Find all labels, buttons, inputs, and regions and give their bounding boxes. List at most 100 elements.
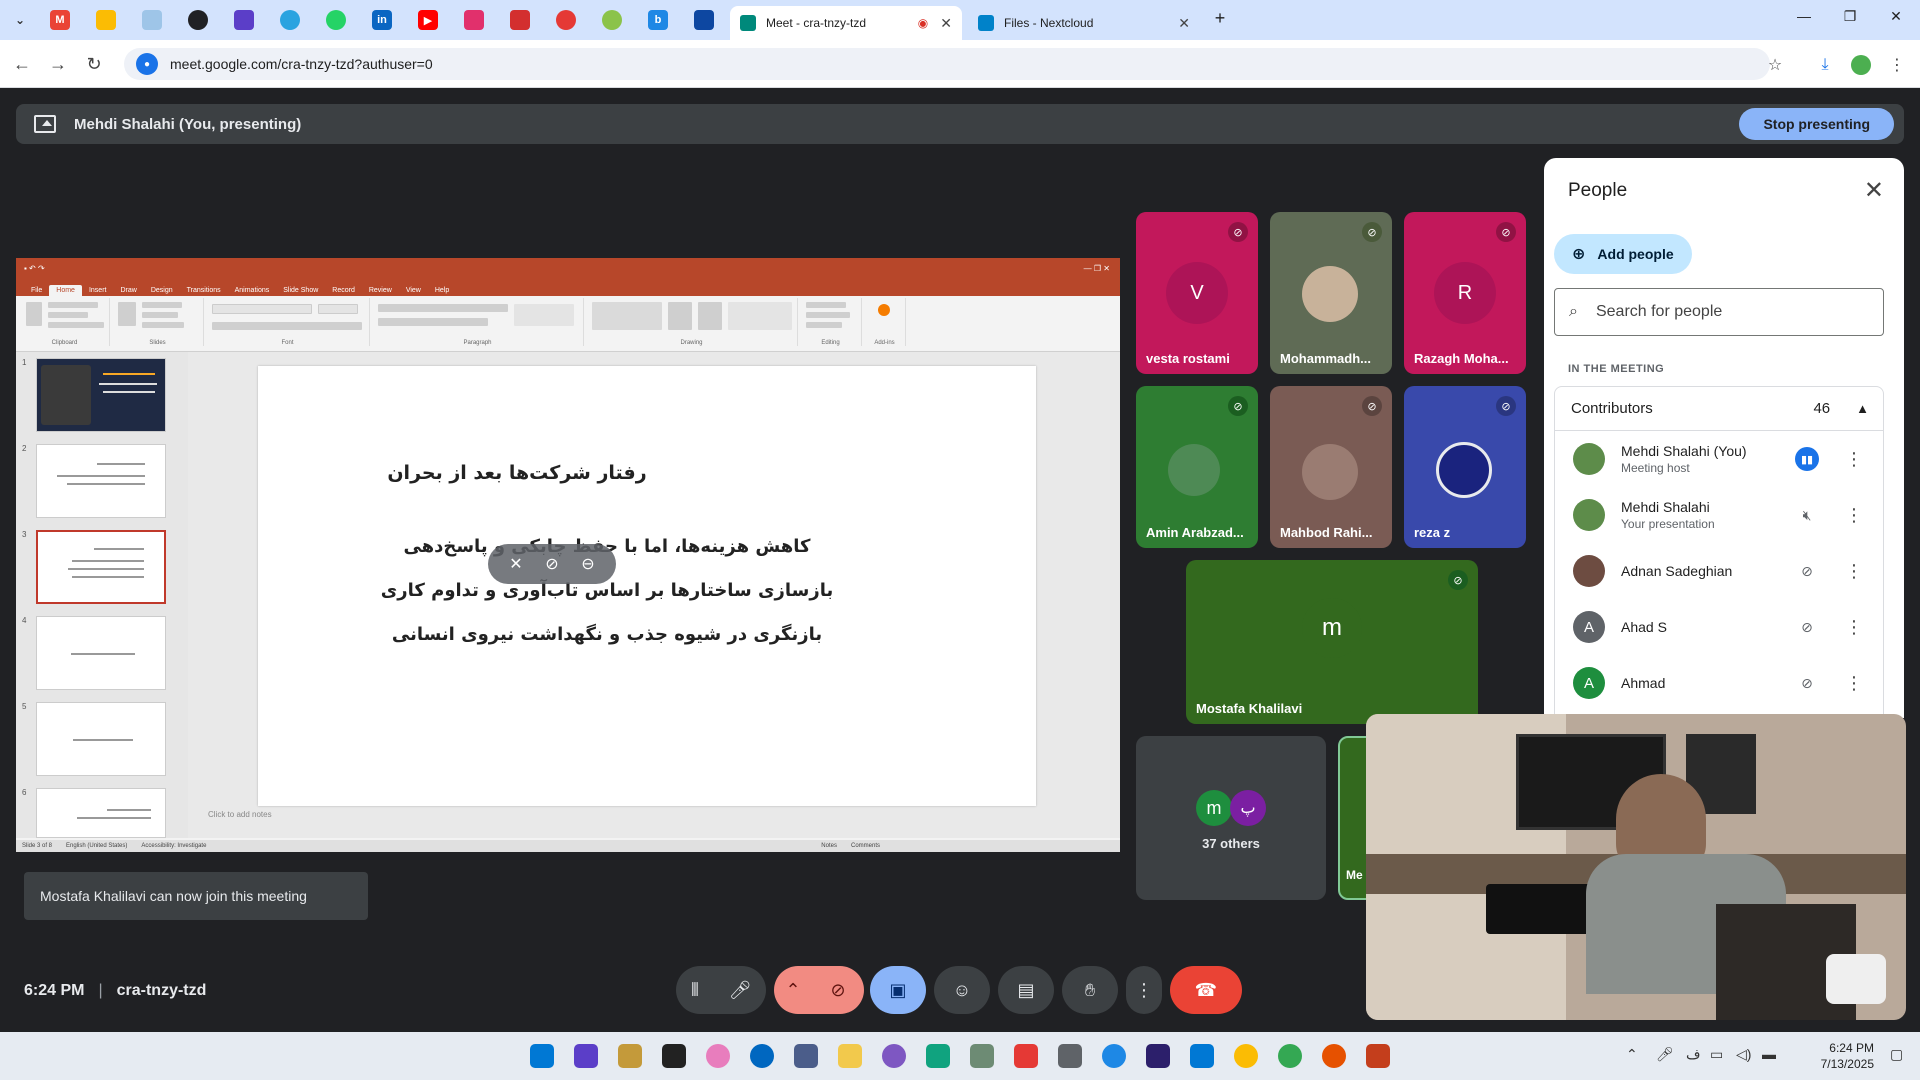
app-icon[interactable] [142,10,162,30]
restore-icon[interactable]: ❐ [1830,8,1870,25]
system-clock[interactable]: 6:24 PM 7/13/2025 [1821,1040,1874,1072]
back-icon[interactable]: ← [10,52,34,76]
slide-thumbnail[interactable] [36,788,166,838]
start-icon[interactable] [530,1044,554,1068]
notes-placeholder[interactable]: Click to add notes [208,810,272,819]
app-icon[interactable] [882,1044,906,1068]
app-icon[interactable] [510,10,530,30]
slide-thumbnail[interactable] [36,358,166,432]
slide-thumbnail[interactable] [36,702,166,776]
microphone-button[interactable]: 🎤︎ [714,966,766,1014]
whatsapp-icon[interactable] [326,10,346,30]
file-explorer-icon[interactable] [838,1044,862,1068]
more-options-icon[interactable]: ⋮ [1845,561,1863,582]
present-now-button[interactable]: ▣ [870,966,926,1014]
camera-icon[interactable] [1058,1044,1082,1068]
menu-icon[interactable]: ⋮ [1884,52,1910,78]
app-icon[interactable] [1190,1044,1214,1068]
tray-network-icon[interactable]: ▭ [1710,1046,1723,1063]
app-icon[interactable] [662,1044,686,1068]
powerpoint-icon[interactable] [1366,1044,1390,1068]
app-icon[interactable] [464,10,484,30]
chrome-icon[interactable] [1234,1044,1258,1068]
app-icon[interactable] [694,10,714,30]
more-options-icon[interactable]: ⋮ [1845,673,1863,694]
mic-off-icon[interactable]: ⊘ [1795,559,1819,583]
chatgpt-icon[interactable] [926,1044,950,1068]
reload-icon[interactable]: ↻ [82,52,106,76]
tray-battery-icon[interactable]: ▬ [1762,1046,1776,1062]
close-icon[interactable]: ✕ [1864,176,1884,205]
download-icon[interactable]: ⤓ [1812,52,1838,78]
app-icon[interactable] [1014,1044,1038,1068]
more-options-icon[interactable]: ⋮ [1845,505,1863,526]
tab-meet[interactable]: Meet - cra-tnzy-tzd ◉ ✕ [730,6,962,40]
emoji-reaction-button[interactable]: ☺ [934,966,990,1014]
premiere-icon[interactable] [1146,1044,1170,1068]
self-view-video[interactable] [1366,714,1906,1020]
address-bar[interactable]: ● meet.google.com/cra-tnzy-tzd?authuser=… [124,48,1770,80]
telegram-icon[interactable] [280,10,300,30]
mic-off-icon[interactable]: ⊘ [1795,671,1819,695]
raise-hand-button[interactable]: ✋︎ [1062,966,1118,1014]
others-tile[interactable]: m پ 37 others [1136,736,1326,900]
mic-off-icon[interactable]: ⊘ [1795,615,1819,639]
profile-avatar[interactable] [1848,52,1874,78]
person-row[interactable]: Mehdi Shalahi (You) Meeting host ▮▮ ⋮ [1555,431,1883,487]
captions-button[interactable]: ▤ [998,966,1054,1014]
slide-thumbnail[interactable] [36,616,166,690]
app-icon[interactable] [706,1044,730,1068]
camera-off-icon[interactable]: ⊘ [545,554,558,574]
chrome-icon[interactable] [1278,1044,1302,1068]
participant-tile[interactable]: ⊘ V vesta rostami [1136,212,1258,374]
slide-thumbnail-selected[interactable] [36,530,166,604]
youtube-icon[interactable]: ▶ [418,10,438,30]
stop-presenting-button[interactable]: Stop presenting [1739,108,1894,140]
tray-chevron-icon[interactable]: ⌃ [1626,1046,1638,1063]
more-options-icon[interactable]: ⋮ [1845,617,1863,638]
chatgpt-icon[interactable] [188,10,208,30]
notification-icon[interactable]: ▢ [1890,1046,1903,1063]
participant-tile[interactable]: ⊘ reza z [1404,386,1526,548]
app-icon[interactable] [970,1044,994,1068]
app-icon[interactable] [574,1044,598,1068]
close-tab-icon[interactable]: ✕ [1178,15,1190,32]
add-people-button[interactable]: ⊕ Add people [1554,234,1692,274]
audio-settings-icon[interactable]: ⦀ [676,966,714,1014]
participant-tile[interactable]: ⊘ Mahbod Rahi... [1270,386,1392,548]
gmail-icon[interactable]: M [50,10,70,30]
close-window-icon[interactable]: ✕ [1876,8,1916,25]
video-options-chevron-icon[interactable]: ⌃ [774,966,812,1014]
leave-call-button[interactable]: ☎ [1170,966,1242,1014]
edge-icon[interactable] [750,1044,774,1068]
mic-off-icon[interactable]: ✕ [509,554,522,574]
site-info-icon[interactable]: ● [136,53,158,75]
participant-tile[interactable]: ⊘ m Mostafa Khalilavi [1186,560,1478,724]
more-options-icon[interactable]: ⋮ [1845,449,1863,470]
app-icon[interactable] [602,10,622,30]
drive-icon[interactable] [96,10,116,30]
tray-language-icon[interactable]: ف [1686,1046,1701,1063]
search-people-input[interactable]: ⌕ Search for people [1554,288,1884,336]
app-icon[interactable] [1102,1044,1126,1068]
minimize-icon[interactable]: ⊖ [581,554,594,574]
person-row[interactable]: A Ahad S ⊘ ⋮ [1555,599,1883,655]
linkedin-icon[interactable]: in [372,10,392,30]
floating-mute-toolbar[interactable]: ✕ ⊘ ⊖ [488,544,616,584]
close-tab-icon[interactable]: ✕ [940,15,952,32]
tray-volume-icon[interactable]: ◁) [1736,1046,1751,1063]
tab-search-icon[interactable]: ⌄ [10,10,30,30]
person-row[interactable]: Adnan Sadeghian ⊘ ⋮ [1555,543,1883,599]
participant-tile[interactable]: ⊘ R Razagh Moha... [1404,212,1526,374]
person-row[interactable]: Mehdi Shalahi Your presentation 🔇︎ ⋮ [1555,487,1883,543]
chevron-up-icon[interactable]: ▲ [1856,401,1869,416]
app-icon[interactable] [794,1044,818,1068]
app-icon[interactable] [618,1044,642,1068]
app-icon[interactable] [234,10,254,30]
tab-nextcloud[interactable]: Files - Nextcloud ✕ [968,6,1200,40]
app-icon[interactable]: b [648,10,668,30]
bookmark-star-icon[interactable]: ☆ [1762,52,1788,78]
participant-tile[interactable]: ⊘ Amin Arabzad... [1136,386,1258,548]
new-tab-icon[interactable]: + [1200,8,1240,29]
pinterest-icon[interactable] [556,10,576,30]
